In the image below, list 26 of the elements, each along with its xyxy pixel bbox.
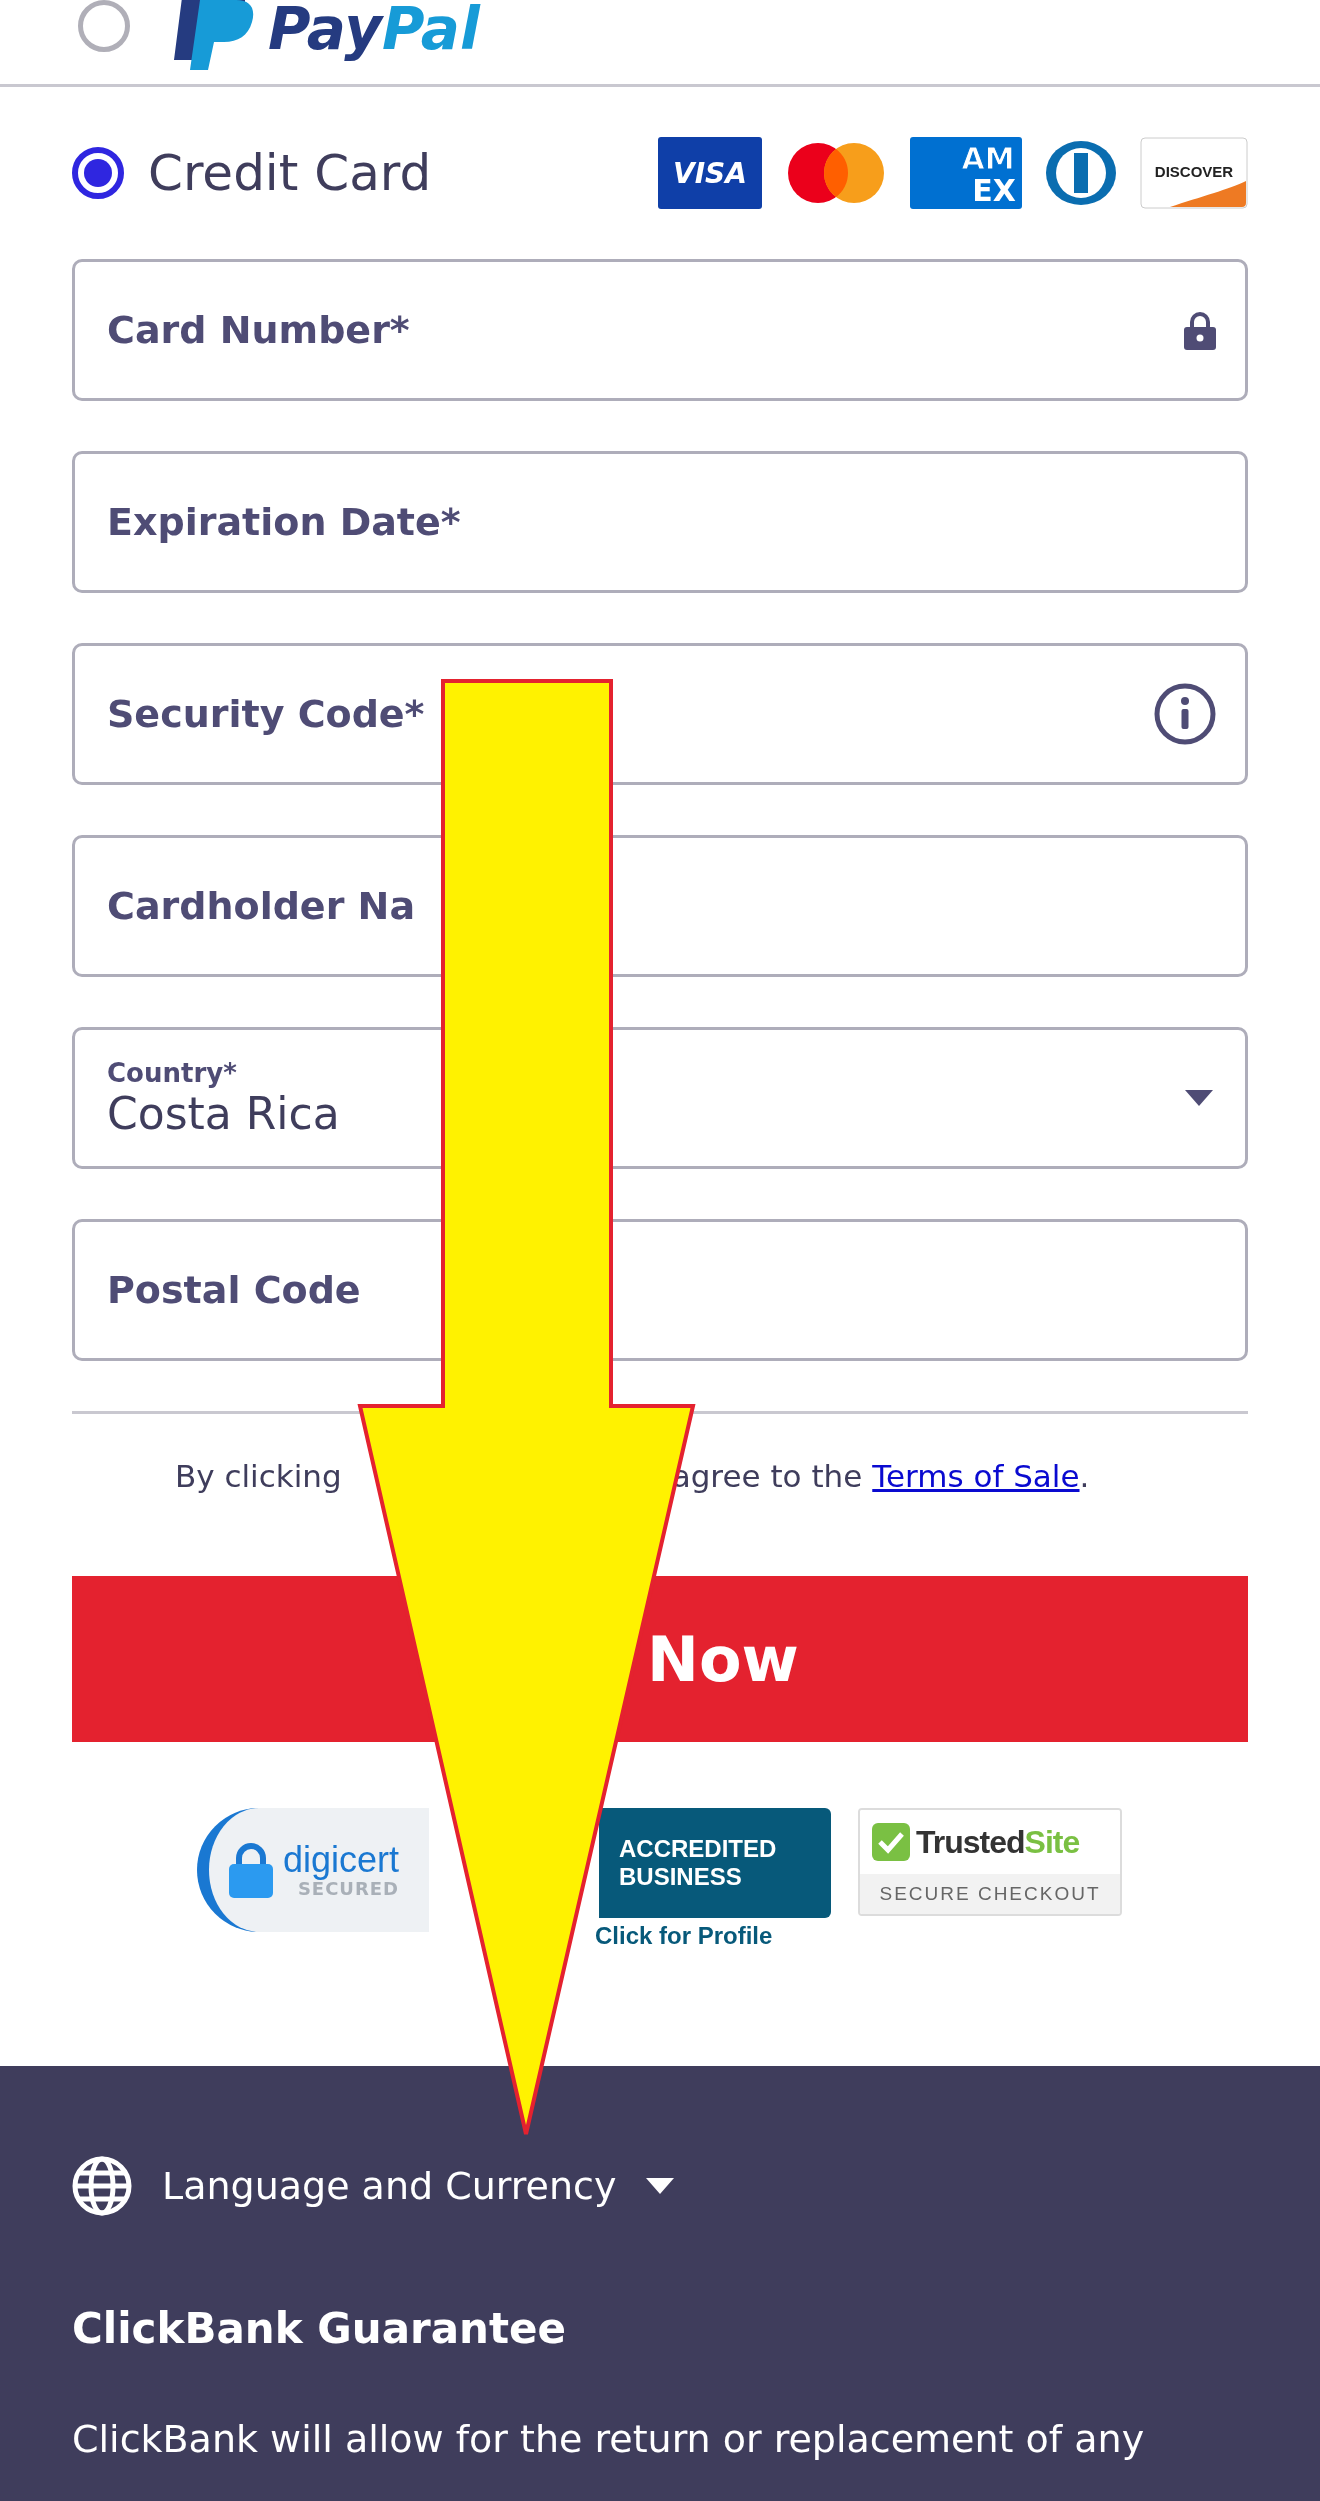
- payment-option-label: Credit Card: [148, 144, 433, 202]
- caret-icon: [646, 2178, 675, 2194]
- radio-button[interactable]: [78, 0, 130, 52]
- check-icon: [872, 1823, 910, 1861]
- visa-logo: VISA: [658, 137, 762, 209]
- terms-link[interactable]: Terms of Sale: [872, 1458, 1080, 1494]
- amex-logo: AM EX: [910, 137, 1022, 209]
- lock-icon: [1184, 310, 1216, 350]
- globe-icon: [72, 2156, 132, 2216]
- digicert-badge[interactable]: digicert SECURED: [197, 1808, 429, 1932]
- terms-text: .: [1079, 1458, 1090, 1494]
- input-field[interactable]: Card Number*: [72, 259, 1248, 401]
- bbb-badge[interactable]: ACCREDITED BUSINESS: [599, 1808, 831, 1918]
- dropdown-caret-icon: [1185, 1090, 1213, 1106]
- input-field[interactable]: Expiration Date*: [72, 451, 1248, 593]
- info-icon[interactable]: [1154, 683, 1216, 745]
- terms-text: By clicking: [175, 1458, 342, 1494]
- language-currency-menu[interactable]: Language and Currency: [72, 2156, 675, 2216]
- guarantee-text: ClickBank will allow for the return or replacement of any: [72, 2417, 1146, 2461]
- paypal-logo: PayPal: [170, 0, 480, 70]
- trustedsite-badge[interactable]: TrustedSite SECURE CHECKOUT: [858, 1808, 1122, 1916]
- discover-logo: DISCOVER: [1140, 137, 1248, 209]
- bbb-profile-link[interactable]: Click for Profile: [595, 1922, 773, 1950]
- guarantee-heading: ClickBank Guarantee: [72, 2304, 567, 2353]
- radio-button[interactable]: [72, 147, 124, 199]
- padlock-icon: [229, 1842, 273, 1898]
